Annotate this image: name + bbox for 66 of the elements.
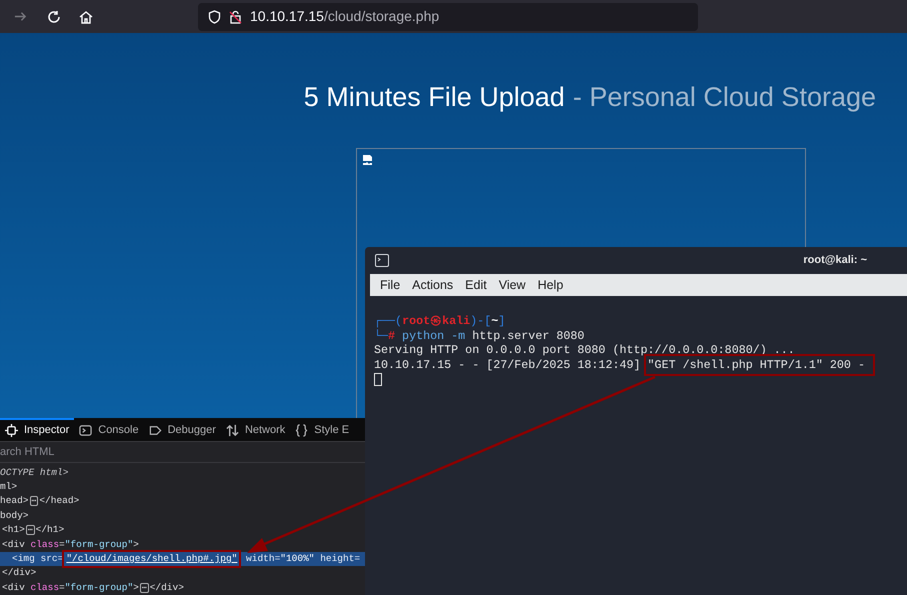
code-text: <div xyxy=(2,580,26,595)
page-title: 5 Minutes File Upload xyxy=(304,81,565,114)
terminal-text: # xyxy=(388,328,396,343)
code-text: = xyxy=(274,552,280,566)
code-text: > xyxy=(133,580,139,595)
inspector-icon xyxy=(5,424,18,437)
code-text: class xyxy=(30,538,60,552)
reload-icon[interactable] xyxy=(47,10,61,24)
ellipsis-badge[interactable]: ⋯ xyxy=(140,582,149,593)
code-text: </h1> xyxy=(36,523,64,538)
home-icon[interactable] xyxy=(79,10,93,24)
url-text[interactable]: 10.10.17.15/cloud/storage.php xyxy=(250,6,440,27)
code-text: = xyxy=(59,580,65,595)
code-text: = xyxy=(59,538,65,552)
menu-item[interactable]: Edit xyxy=(465,276,487,294)
code-text: head> xyxy=(0,494,29,508)
terminal-text: ] xyxy=(498,314,506,328)
console-icon xyxy=(79,424,92,437)
debugger-icon xyxy=(148,424,162,437)
code-text: src xyxy=(40,552,58,566)
insecure-lock-icon[interactable] xyxy=(229,10,242,24)
terminal-text: ┌──( xyxy=(374,314,402,328)
menu-item[interactable]: File xyxy=(380,276,400,294)
devtools-tab[interactable]: Network xyxy=(220,418,290,441)
highlighted-image-path: "/cloud/images/shell.php#.jpg" xyxy=(64,552,240,566)
menu-item[interactable]: Help xyxy=(538,276,564,294)
terminal-text: ~ xyxy=(491,314,498,328)
code-text: class xyxy=(30,580,60,595)
terminal-text: Serving HTTP on 0.0.0.0 port 8080 (http://0.0.0.0:8080/) ... xyxy=(374,343,795,358)
terminal-icon xyxy=(375,254,389,267)
menu-item[interactable]: Actions xyxy=(412,276,454,294)
braces-icon xyxy=(295,424,308,437)
page-subtitle: - Personal Cloud Storage xyxy=(572,81,876,114)
devtools-tab[interactable]: Debugger xyxy=(144,418,221,441)
devtools-tab[interactable]: Style E xyxy=(290,418,354,441)
terminal-text: └─ xyxy=(374,328,388,343)
code-text: "form-group" xyxy=(64,580,134,595)
devtools-tab[interactable]: Inspector xyxy=(0,418,74,441)
menu-item[interactable]: View xyxy=(498,276,526,294)
terminal-text: root㉿kali xyxy=(402,314,470,328)
code-text: "form-group" xyxy=(64,538,134,552)
code-text: <div xyxy=(2,538,26,552)
code-text: body> xyxy=(0,508,29,523)
code-text: ml> xyxy=(0,480,18,494)
code-text: OCTYPE html> xyxy=(0,466,68,480)
network-icon xyxy=(226,424,239,437)
terminal-text: )-[ xyxy=(470,314,492,328)
code-text: <h1> xyxy=(2,523,25,538)
ellipsis-badge[interactable]: ⋯ xyxy=(30,496,38,506)
code-text: height= xyxy=(319,552,360,566)
code-text: "100%" xyxy=(280,552,314,566)
code-text: </head> xyxy=(39,494,80,508)
code-text: </div> xyxy=(150,580,184,595)
shield-icon[interactable] xyxy=(208,10,221,24)
code-text: <img xyxy=(12,552,36,566)
terminal-text: 10.10.17.15 - - [27/Feb/2025 18:12:49] xyxy=(374,358,642,372)
code-text: </div> xyxy=(2,566,36,580)
code-text: width xyxy=(245,552,275,566)
ellipsis-badge[interactable]: ⋯ xyxy=(26,525,35,536)
terminal-text: python -m xyxy=(401,328,466,343)
address-bar[interactable]: 10.10.17.15/cloud/storage.php xyxy=(198,2,698,30)
window-title: root@kali: ~ xyxy=(803,253,867,268)
terminal-text: http.server 8080 xyxy=(471,328,584,343)
search-html-field[interactable]: arch HTML xyxy=(0,444,300,460)
devtools-tab[interactable]: Console xyxy=(74,418,144,441)
code-text: > xyxy=(133,538,139,552)
